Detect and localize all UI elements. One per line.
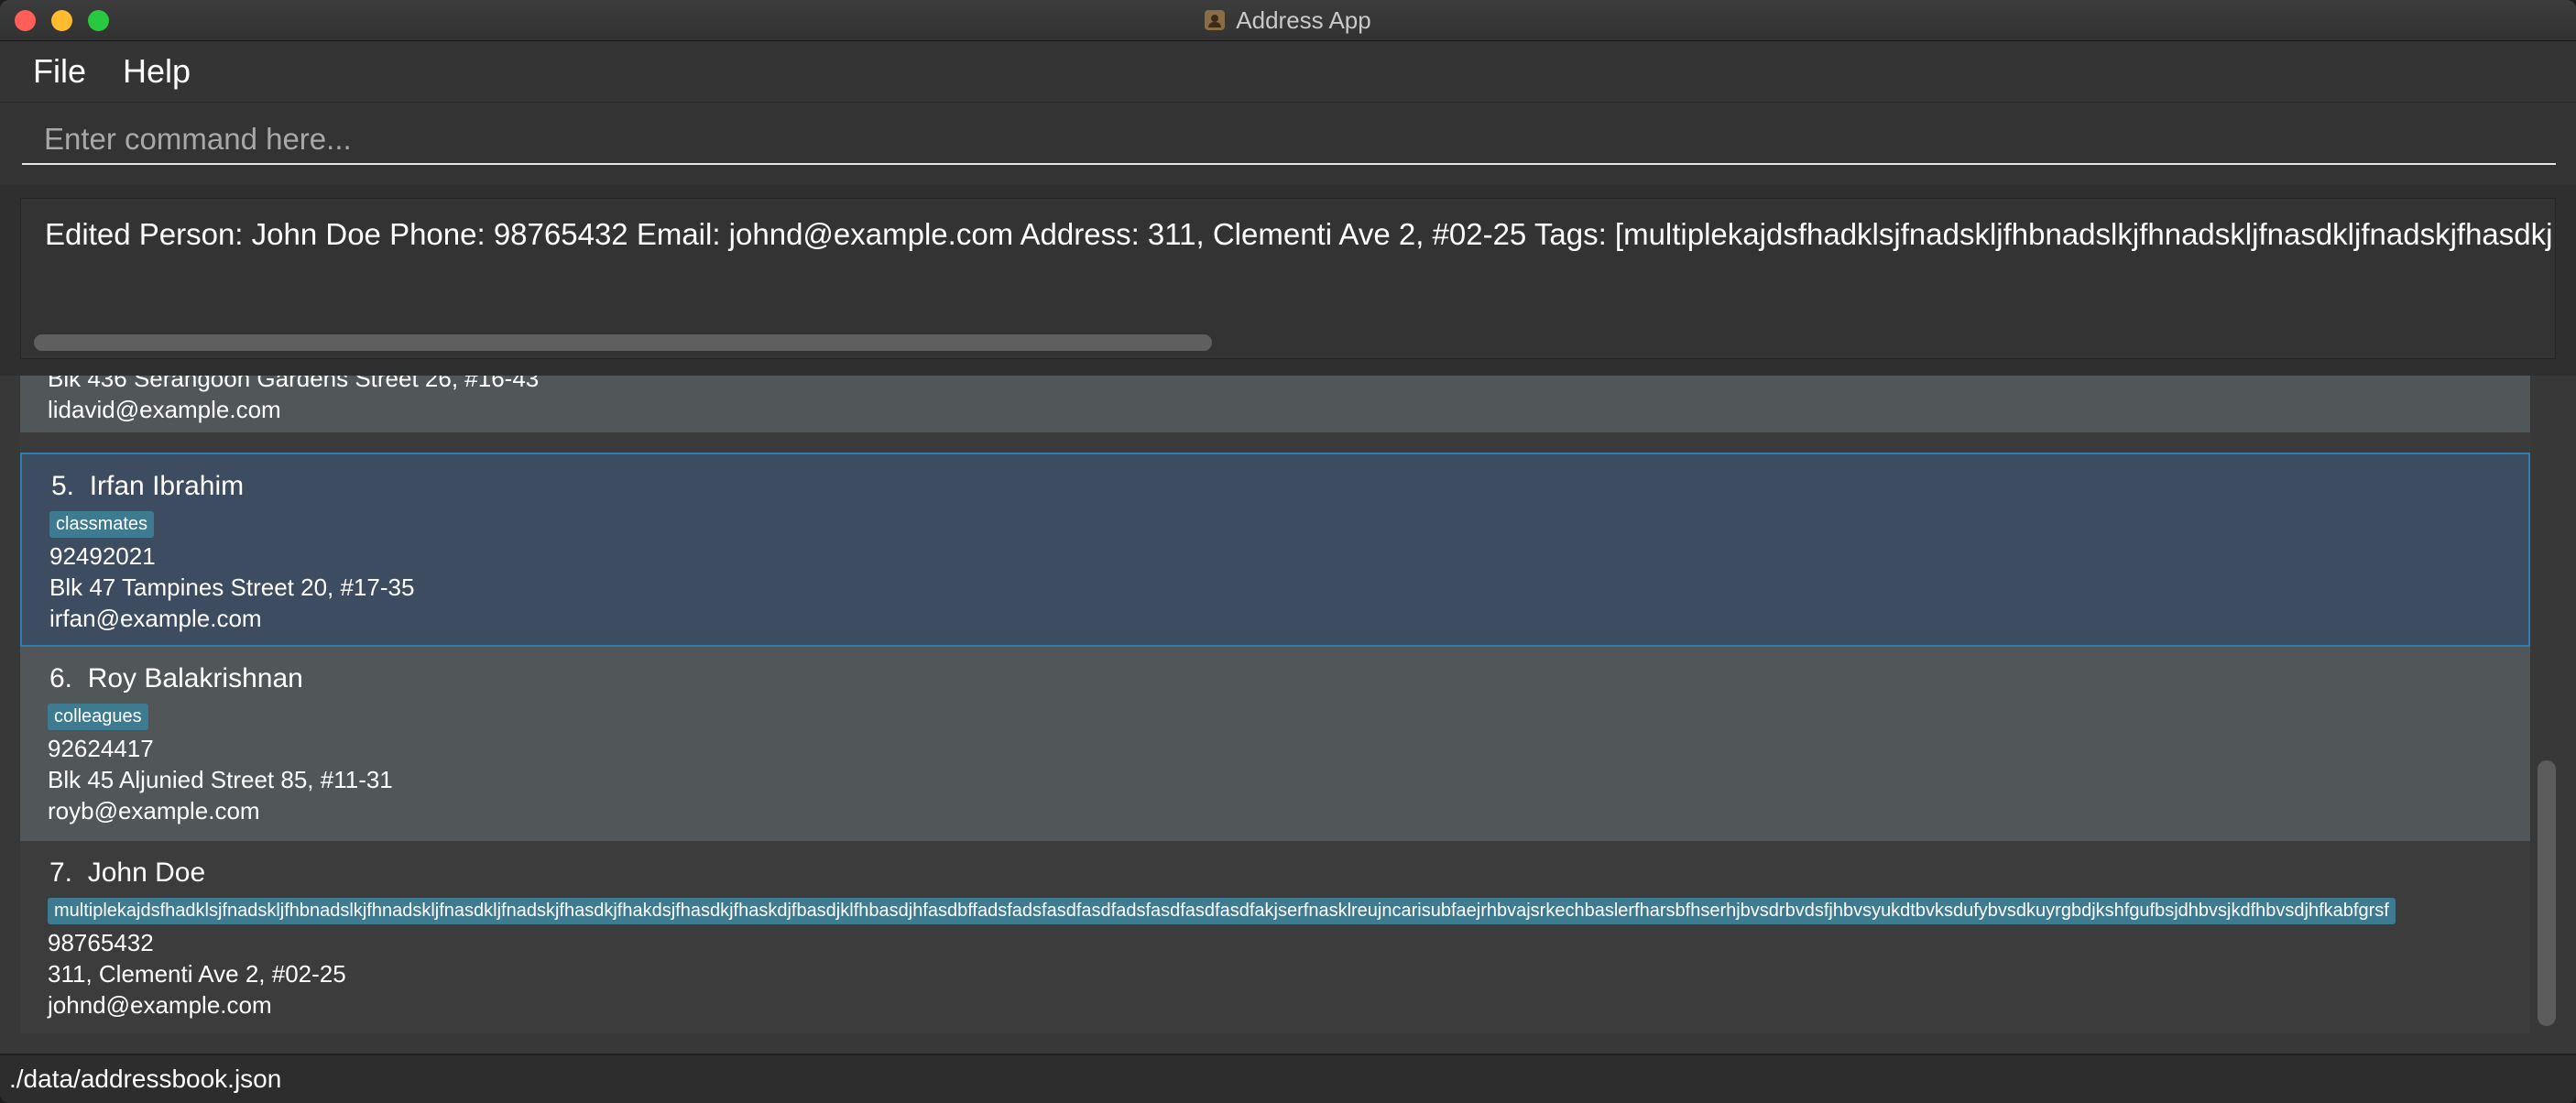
menu-file[interactable]: File [33, 52, 86, 91]
window-title: Address App [1236, 5, 1371, 34]
command-box [0, 103, 2576, 185]
person-card[interactable]: 7. John Doe multiplekajdsfhadklsjfnadskl… [20, 841, 2530, 1033]
window-title-wrap: Address App [0, 0, 2576, 40]
person-phone: 92492021 [49, 542, 156, 570]
person-tag: classmates [49, 511, 155, 538]
person-card[interactable]: 6. Roy Balakrishnan colleagues 92624417 … [20, 647, 2530, 841]
person-list-panel: Blk 436 Serangoon Gardens Street 26, #16… [0, 376, 2576, 1054]
address-book-app-icon [1205, 10, 1226, 30]
status-bar: ./data/addressbook.json [0, 1054, 2576, 1103]
person-address: 311, Clementi Ave 2, #02-25 [48, 960, 346, 988]
person-name-line: 6. Roy Balakrishnan [49, 663, 303, 694]
person-list-scrollbar-thumb[interactable] [2538, 760, 2556, 1026]
person-card[interactable]: 5. Irfan Ibrahim classmates 92492021 Blk… [20, 453, 2530, 647]
person-name: John Doe [87, 857, 206, 888]
person-phone: 92624417 [48, 735, 154, 762]
person-tag: colleagues [48, 704, 148, 730]
result-display[interactable]: Edited Person: John Doe Phone: 98765432 … [20, 198, 2556, 359]
person-name-line: 5. Irfan Ibrahim [51, 471, 244, 502]
person-index: 6. [49, 663, 73, 693]
person-list[interactable]: Blk 436 Serangoon Gardens Street 26, #16… [20, 376, 2530, 1033]
person-address: Blk 47 Tampines Street 20, #17-35 [49, 573, 415, 601]
person-email: johnd@example.com [48, 991, 272, 1019]
person-card-partial[interactable]: Blk 436 Serangoon Gardens Street 26, #16… [20, 376, 2530, 432]
menu-bar: File Help [0, 41, 2576, 104]
title-bar: Address App [0, 0, 2576, 41]
save-location-path: ./data/addressbook.json [9, 1065, 282, 1093]
app-window: Address App File Help Edited Person: Joh… [0, 0, 2576, 1103]
person-name-line: 7. John Doe [49, 857, 205, 889]
person-name: Roy Balakrishnan [87, 663, 303, 693]
person-email: royb@example.com [48, 797, 260, 825]
person-phone: 98765432 [48, 929, 154, 956]
result-horizontal-scrollbar[interactable] [34, 334, 1212, 351]
person-email: irfan@example.com [49, 605, 262, 632]
person-address: Blk 436 Serangoon Gardens Street 26, #16… [48, 376, 540, 392]
person-index: 7. [49, 857, 73, 888]
person-tag: multiplekajdsfhadklsjfnadskljfhbnadslkjf… [48, 898, 2396, 924]
person-index: 5. [51, 471, 75, 501]
person-name: Irfan Ibrahim [89, 471, 245, 501]
person-email: lidavid@example.com [48, 396, 281, 423]
menu-help[interactable]: Help [123, 52, 191, 91]
result-message: Edited Person: John Doe Phone: 98765432 … [45, 217, 2553, 251]
person-address: Blk 45 Aljunied Street 85, #11-31 [48, 766, 393, 793]
command-input[interactable] [22, 115, 2556, 165]
